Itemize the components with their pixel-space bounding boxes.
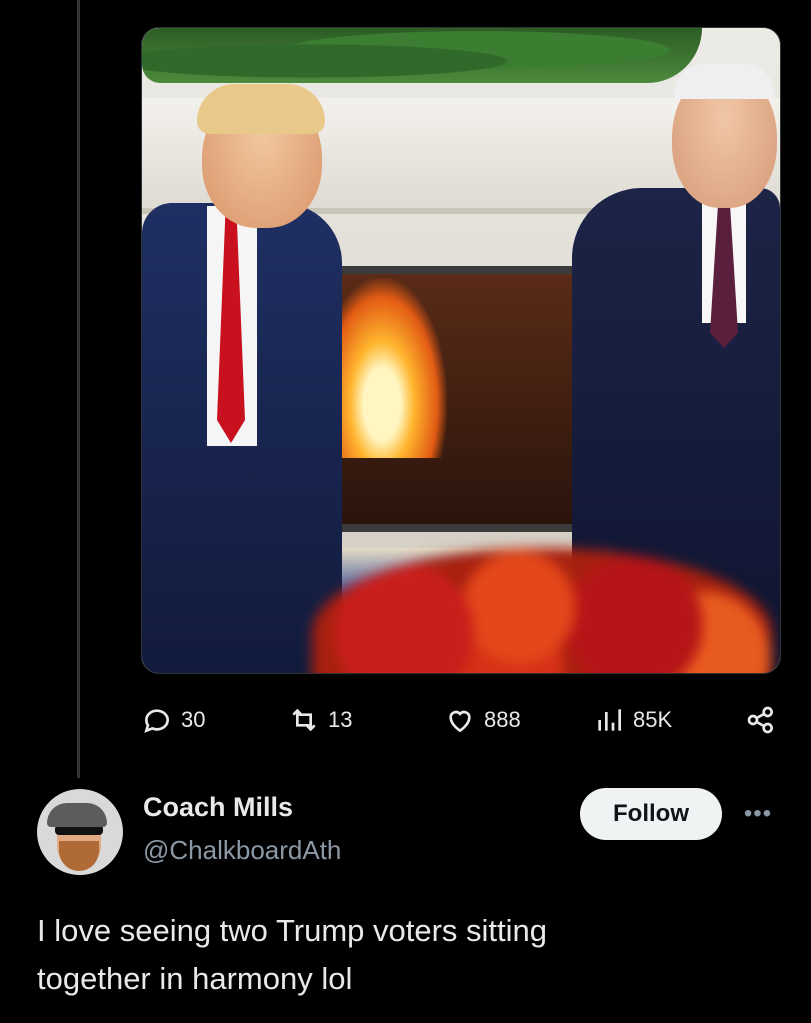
view-count: 85K [633,707,673,732]
repost-button[interactable]: 13 [288,700,352,740]
repost-count: 13 [328,707,353,732]
chat-bubble-icon [144,709,169,733]
reply-button[interactable]: 30 [141,700,205,740]
heart-icon [449,710,471,733]
views-button[interactable]: 85K [593,700,672,740]
image-person-left [142,84,372,673]
follow-button[interactable]: Follow [580,788,722,840]
share-icon [747,706,773,734]
reply-text: I love seeing two Trump voters sitting t… [37,913,548,996]
avatar[interactable] [37,789,123,875]
thread-connector-line [77,0,80,778]
like-button[interactable]: 888 [444,700,521,740]
bar-chart-icon [598,709,621,731]
author-name[interactable]: Coach Mills [143,792,293,823]
repost-icon [292,708,316,732]
like-count: 888 [484,707,521,732]
author-handle[interactable]: @ChalkboardAth [143,835,341,866]
reply-count: 30 [181,707,206,732]
more-options-icon[interactable]: ••• [740,796,776,832]
tweet-action-bar: 30 13 888 85K [141,700,781,740]
post-image[interactable] [141,27,781,674]
share-button[interactable] [745,700,777,740]
